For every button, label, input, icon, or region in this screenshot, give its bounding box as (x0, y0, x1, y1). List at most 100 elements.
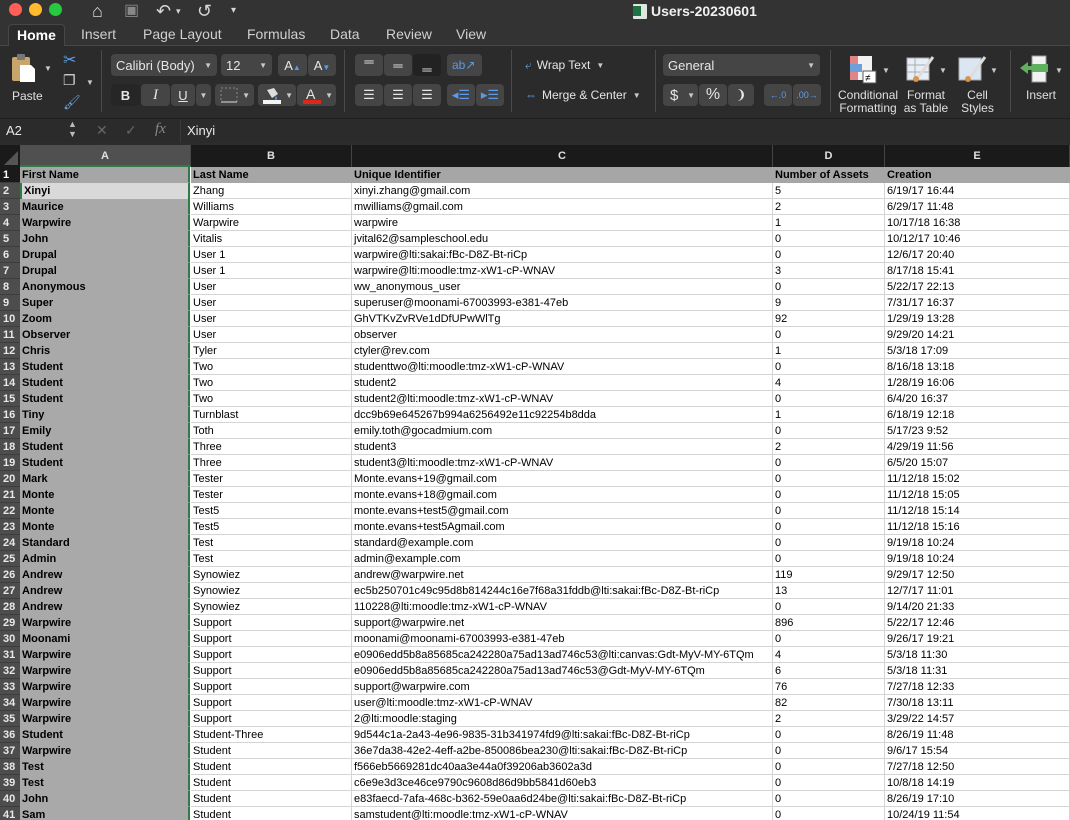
name-box-stepper-icon[interactable]: ▲ ▼ (68, 119, 77, 139)
align-center-button[interactable]: ☰ (384, 84, 412, 106)
cell-number-of-assets[interactable]: 1 (773, 215, 885, 231)
cell-number-of-assets[interactable]: 0 (773, 359, 885, 375)
cell-first-name[interactable]: Admin (20, 551, 190, 567)
conditional-formatting-button[interactable]: ≠ (848, 54, 878, 89)
cell-number-of-assets[interactable]: 4 (773, 647, 885, 663)
row-number[interactable]: 16 (0, 407, 20, 423)
format-as-table-button[interactable] (905, 54, 937, 89)
row-number[interactable]: 22 (0, 503, 20, 519)
cell-creation[interactable]: 6/4/20 16:37 (885, 391, 1070, 407)
row-number[interactable]: 5 (0, 231, 20, 247)
row-number[interactable]: 9 (0, 295, 20, 311)
cell-last-name[interactable]: Zhang (191, 183, 352, 199)
cell-header-unique-identifier[interactable]: Unique Identifier (352, 167, 773, 183)
tab-view[interactable]: View (448, 24, 494, 47)
cell-number-of-assets[interactable]: 82 (773, 695, 885, 711)
row-number[interactable]: 30 (0, 631, 20, 647)
row-number[interactable]: 18 (0, 439, 20, 455)
cell-unique-identifier[interactable]: 9d544c1a-2a43-4e96-9835-31b341974fd9@lti… (352, 727, 773, 743)
cell-first-name[interactable]: Xinyi (20, 183, 190, 199)
increase-decimal-button[interactable]: ←.0 (764, 84, 792, 106)
cell-first-name[interactable]: Warpwire (20, 743, 190, 759)
cell-unique-identifier[interactable]: 36e7da38-42e2-4eff-a2be-850086bea230@lti… (352, 743, 773, 759)
cell-last-name[interactable]: Student (191, 759, 352, 775)
cell-unique-identifier[interactable]: e0906edd5b8a85685ca242280a75ad13ad746c53… (352, 647, 773, 663)
cell-number-of-assets[interactable]: 0 (773, 535, 885, 551)
paste-dropdown-icon[interactable]: ▼ (44, 64, 52, 73)
row-number[interactable]: 41 (0, 807, 20, 820)
cell-number-of-assets[interactable]: 1 (773, 343, 885, 359)
cell-creation[interactable]: 5/22/17 22:13 (885, 279, 1070, 295)
cell-creation[interactable]: 6/19/17 16:44 (885, 183, 1070, 199)
cell-number-of-assets[interactable]: 9 (773, 295, 885, 311)
cell-first-name[interactable]: Mark (20, 471, 190, 487)
cell-first-name[interactable]: Student (20, 391, 190, 407)
cell-creation[interactable]: 10/17/18 16:38 (885, 215, 1070, 231)
row-number[interactable]: 8 (0, 279, 20, 295)
column-header-e[interactable]: E (885, 145, 1070, 167)
cell-header-number-of-assets[interactable]: Number of Assets (773, 167, 885, 183)
cell-creation[interactable]: 9/29/17 12:50 (885, 567, 1070, 583)
cell-last-name[interactable]: Two (191, 375, 352, 391)
cell-unique-identifier[interactable]: student3@lti:moodle:tmz-xW1-cP-WNAV (352, 455, 773, 471)
cell-creation[interactable]: 12/7/17 11:01 (885, 583, 1070, 599)
align-right-button[interactable]: ☰ (413, 84, 441, 106)
cell-first-name[interactable]: Emily (20, 423, 190, 439)
cell-number-of-assets[interactable]: 3 (773, 263, 885, 279)
cell-creation[interactable]: 5/3/18 17:09 (885, 343, 1070, 359)
cell-first-name[interactable]: Drupal (20, 263, 190, 279)
cell-number-of-assets[interactable]: 0 (773, 519, 885, 535)
cell-last-name[interactable]: Support (191, 631, 352, 647)
cell-last-name[interactable]: Williams (191, 199, 352, 215)
font-name-select[interactable]: Calibri (Body) ▼ (111, 54, 217, 76)
cell-number-of-assets[interactable]: 0 (773, 279, 885, 295)
cell-creation[interactable]: 5/17/23 9:52 (885, 423, 1070, 439)
cell-number-of-assets[interactable]: 0 (773, 423, 885, 439)
cell-creation[interactable]: 7/27/18 12:33 (885, 679, 1070, 695)
insert-cells-button[interactable] (1020, 54, 1052, 89)
cell-creation[interactable]: 8/16/18 13:18 (885, 359, 1070, 375)
cell-first-name[interactable]: John (20, 231, 190, 247)
select-all-button[interactable] (0, 145, 20, 167)
cell-unique-identifier[interactable]: ww_anonymous_user (352, 279, 773, 295)
cell-creation[interactable]: 5/3/18 11:31 (885, 663, 1070, 679)
cell-last-name[interactable]: Turnblast (191, 407, 352, 423)
merge-center-button[interactable]: ⇔ Merge & Center ▼ (525, 85, 650, 105)
percent-style-button[interactable]: % (699, 84, 727, 106)
cell-first-name[interactable]: Warpwire (20, 215, 190, 231)
zoom-window-button[interactable] (49, 3, 62, 16)
copy-dropdown-icon[interactable]: ▼ (86, 78, 94, 87)
cell-creation[interactable]: 9/19/18 10:24 (885, 551, 1070, 567)
cell-creation[interactable]: 4/29/19 11:56 (885, 439, 1070, 455)
cell-number-of-assets[interactable]: 4 (773, 375, 885, 391)
wrap-text-button[interactable]: ⤶ Wrap Text ▼ (525, 55, 630, 75)
cell-number-of-assets[interactable]: 0 (773, 775, 885, 791)
cell-last-name[interactable]: User (191, 327, 352, 343)
cell-first-name[interactable]: Warpwire (20, 711, 190, 727)
row-number[interactable]: 13 (0, 359, 20, 375)
cell-last-name[interactable]: Test (191, 551, 352, 567)
row-number[interactable]: 33 (0, 679, 20, 695)
cell-unique-identifier[interactable]: e83faecd-7afa-468c-b362-59e0aa6d24be@lti… (352, 791, 773, 807)
cell-last-name[interactable]: Student (191, 791, 352, 807)
save-icon[interactable]: ▣ (124, 0, 139, 22)
comma-style-button[interactable]: ❩ (728, 84, 754, 106)
row-number[interactable]: 27 (0, 583, 20, 599)
row-number[interactable]: 21 (0, 487, 20, 503)
cell-unique-identifier[interactable]: support@warpwire.net (352, 615, 773, 631)
borders-button[interactable]: ▼ (215, 84, 254, 106)
format-as-table-dropdown-icon[interactable]: ▼ (939, 66, 947, 75)
row-number[interactable]: 39 (0, 775, 20, 791)
cell-number-of-assets[interactable]: 6 (773, 663, 885, 679)
cell-unique-identifier[interactable]: f566eb5669281dc40aa3e44a0f39206ab3602a3d (352, 759, 773, 775)
row-number[interactable]: 23 (0, 519, 20, 535)
cell-first-name[interactable]: Zoom (20, 311, 190, 327)
cell-last-name[interactable]: Support (191, 679, 352, 695)
align-middle-button[interactable]: ═ (384, 54, 412, 76)
cell-creation[interactable]: 11/12/18 15:05 (885, 487, 1070, 503)
row-number[interactable]: 12 (0, 343, 20, 359)
cell-last-name[interactable]: Synowiez (191, 567, 352, 583)
cell-unique-identifier[interactable]: standard@example.com (352, 535, 773, 551)
column-header-b[interactable]: B (191, 145, 352, 167)
insert-cells-dropdown-icon[interactable]: ▼ (1055, 66, 1063, 75)
